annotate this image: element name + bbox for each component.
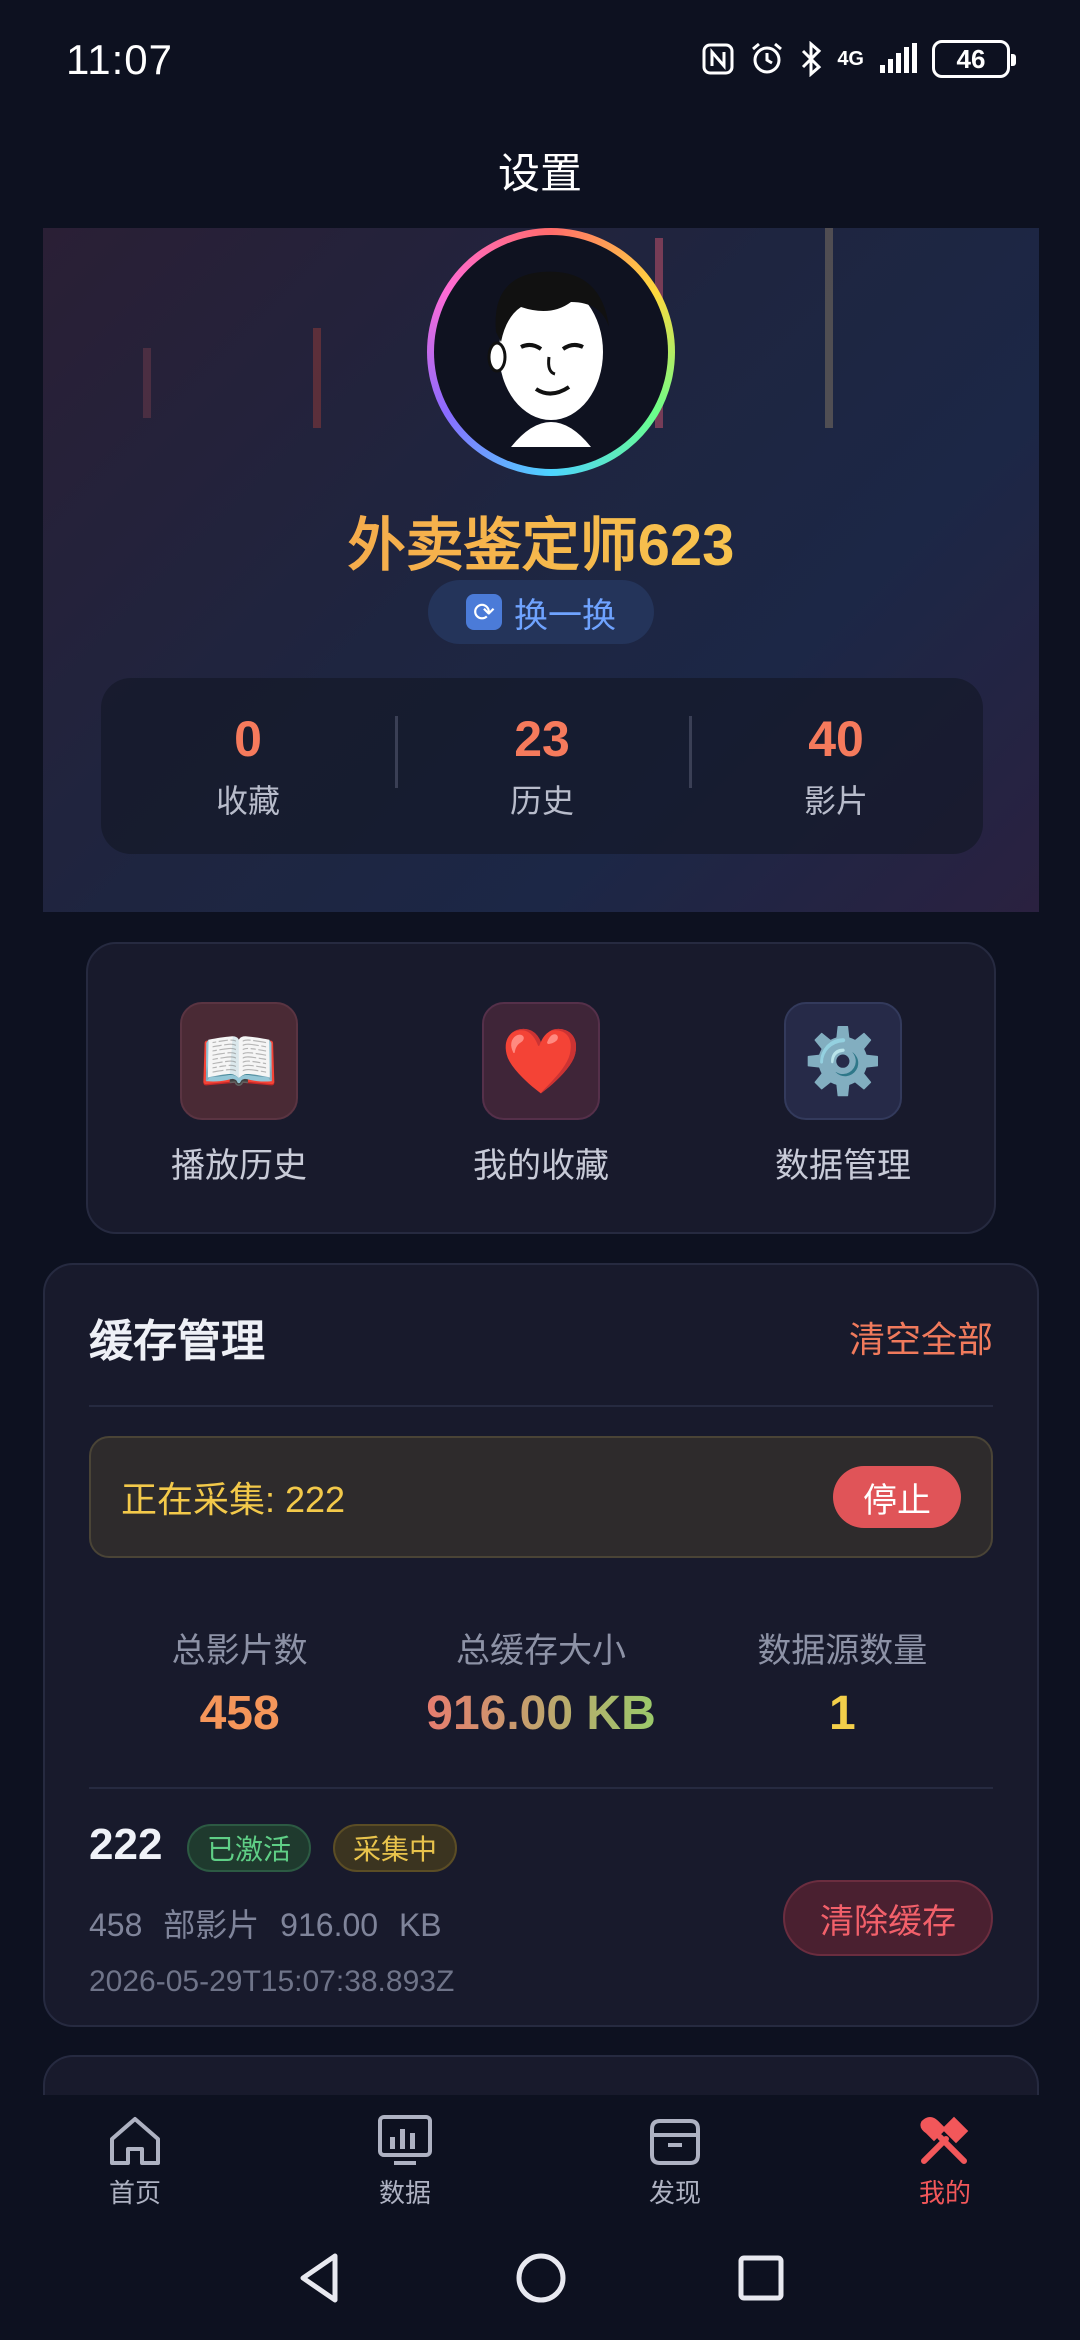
book-icon: 📖 — [180, 1002, 298, 1120]
summary-label: 总缓存大小 — [455, 1632, 626, 1670]
summary-label: 数据源数量 — [757, 1632, 928, 1670]
quick-action-data-management[interactable]: ⚙️ 数据管理 — [692, 1002, 994, 1232]
refresh-icon: ⟳ — [466, 594, 502, 630]
stat-value: 40 — [808, 711, 864, 767]
banner-decor — [825, 228, 833, 428]
banner-decor — [313, 328, 321, 428]
nav-label: 数据 — [378, 2178, 431, 2208]
home-icon — [110, 2117, 160, 2165]
nav-label: 首页 — [108, 2178, 161, 2208]
recents-icon[interactable] — [737, 2254, 785, 2302]
summary-total-movies: 总影片数 458 — [89, 1623, 390, 1741]
summary-value: 1 — [828, 1687, 856, 1740]
banner-decor — [143, 348, 151, 418]
cartoon-face-icon — [487, 271, 609, 447]
nav-item-discover[interactable]: 发现 — [540, 2095, 810, 2215]
stat-favorites[interactable]: 0 收藏 — [101, 710, 395, 822]
status-time: 11:07 — [66, 36, 173, 83]
stat-value: 0 — [234, 711, 262, 767]
profile-banner: 外卖鉴定师623 ⟳ 换一换 0 收藏 23 历史 40 影片 — [43, 228, 1039, 912]
alarm-icon — [752, 42, 783, 74]
nfc-icon — [702, 43, 734, 75]
bluetooth-icon — [802, 41, 822, 77]
quick-action-label: 数据管理 — [775, 1147, 911, 1185]
username: 外卖鉴定师623 — [43, 498, 1039, 582]
summary-label: 总影片数 — [171, 1632, 308, 1670]
quick-actions: 📖 播放历史 ❤️ 我的收藏 ⚙️ 数据管理 — [86, 942, 996, 1234]
nav-item-mine[interactable]: 我的 — [810, 2095, 1080, 2215]
stat-label: 收藏 — [215, 783, 280, 819]
cache-header: 缓存管理 清空全部 — [89, 1305, 993, 1369]
folder-icon — [650, 2119, 700, 2165]
heart-icon: ❤️ — [482, 1002, 600, 1120]
source-name: 222 — [89, 1820, 163, 1869]
nav-item-home[interactable]: 首页 — [0, 2095, 270, 2215]
stat-label: 历史 — [509, 783, 574, 819]
cache-management-card: 缓存管理 清空全部 正在采集: 222 停止 总影片数 458 总缓存大小 91… — [43, 1263, 1039, 2027]
source-meta: 458 部影片 916.00 KB — [89, 1907, 442, 1943]
quick-action-label: 我的收藏 — [473, 1147, 609, 1185]
stat-movies[interactable]: 40 影片 — [689, 710, 983, 822]
system-nav-bar — [0, 2215, 1080, 2340]
divider — [89, 1405, 993, 1407]
clear-cache-button[interactable]: 清除缓存 — [783, 1880, 993, 1956]
avatar-image — [434, 235, 668, 469]
stat-value: 23 — [514, 711, 570, 767]
cache-summary: 总影片数 458 总缓存大小 916.00 KB 数据源数量 1 — [89, 1623, 993, 1741]
source-timestamp: 2026-05-29T15:07:38.893Z — [89, 1965, 455, 1998]
swap-label: 换一换 — [514, 596, 616, 635]
gear-icon: ⚙️ — [784, 1002, 902, 1120]
stop-button[interactable]: 停止 — [833, 1466, 961, 1528]
nav-item-data[interactable]: 数据 — [270, 2095, 540, 2215]
summary-value: 916.00 KB — [390, 1686, 691, 1741]
source-item: 222 已激活 采集中 458 部影片 916.00 KB 2026-05-29… — [89, 1820, 993, 2010]
divider — [89, 1787, 993, 1789]
summary-value: 458 — [199, 1687, 280, 1740]
nav-label: 发现 — [648, 2178, 701, 2208]
clear-all-button[interactable]: 清空全部 — [849, 1311, 993, 1363]
quick-action-favorites[interactable]: ❤️ 我的收藏 — [390, 1002, 692, 1232]
stat-history[interactable]: 23 历史 — [395, 710, 689, 822]
battery-level: 46 — [956, 43, 986, 74]
status-badge-active: 已激活 — [187, 1824, 312, 1872]
back-icon[interactable] — [295, 2250, 345, 2306]
quick-action-play-history[interactable]: 📖 播放历史 — [88, 1002, 390, 1232]
signal-icon — [880, 43, 917, 73]
network-type: 4G — [837, 47, 864, 70]
quick-action-label: 播放历史 — [171, 1147, 307, 1185]
status-icons: 4G 46 — [701, 40, 1016, 78]
avatar[interactable] — [427, 228, 675, 476]
summary-source-count: 数据源数量 1 — [692, 1623, 993, 1741]
status-badge-collecting: 采集中 — [333, 1824, 458, 1872]
collecting-text: 正在采集: 222 — [121, 1479, 346, 1520]
page-title: 设置 — [497, 150, 582, 197]
nav-label: 我的 — [918, 2178, 971, 2208]
summary-total-cache-size: 总缓存大小 916.00 KB — [390, 1623, 691, 1741]
cache-title: 缓存管理 — [89, 1317, 265, 1366]
stat-label: 影片 — [803, 783, 868, 819]
collecting-status-bar: 正在采集: 222 停止 — [89, 1436, 993, 1558]
bottom-nav: 首页 数据 发现 我的 — [0, 2095, 1080, 2215]
swap-avatar-button[interactable]: ⟳ 换一换 — [428, 580, 654, 644]
battery-icon: 46 — [932, 40, 1016, 78]
tools-icon — [920, 2116, 969, 2164]
home-circle-icon[interactable] — [515, 2252, 567, 2304]
profile-stats: 0 收藏 23 历史 40 影片 — [101, 678, 983, 854]
chart-icon — [378, 2115, 432, 2165]
status-bar: 11:07 4G 46 — [0, 0, 1080, 120]
